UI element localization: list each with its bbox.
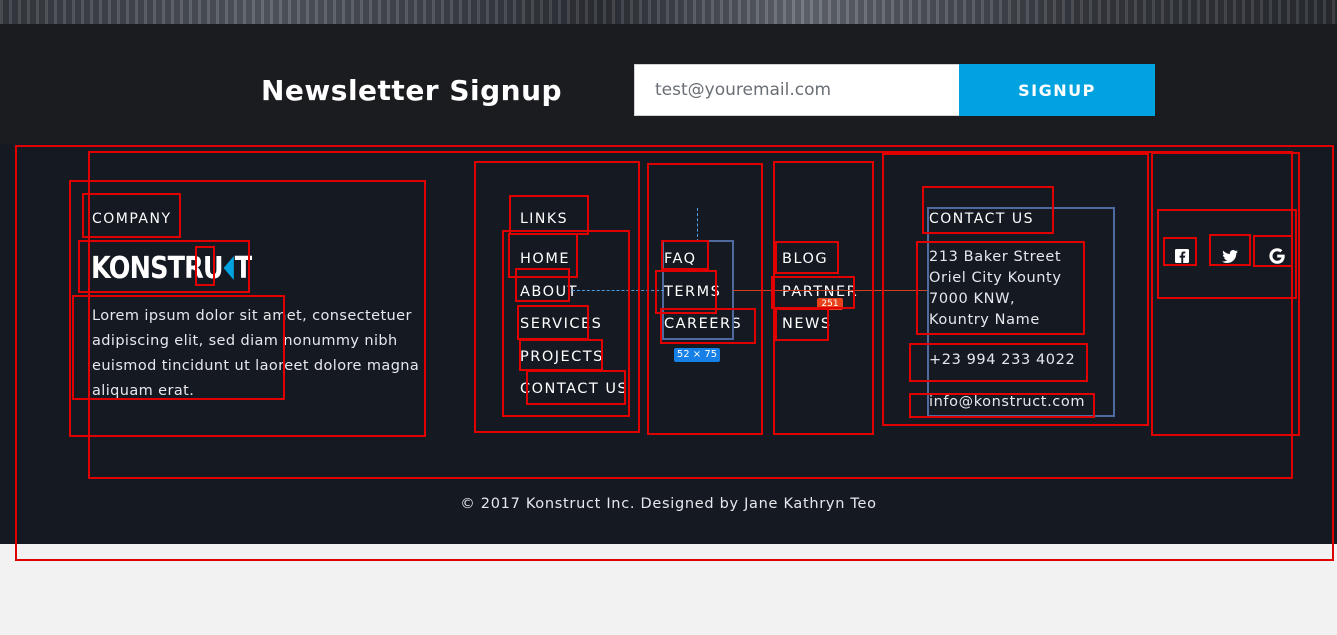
address-line: Kountry Name bbox=[929, 312, 1040, 328]
secondary-links-list: FAQ TERMS CAREERS bbox=[664, 242, 742, 340]
address-line: 7000 KNW, bbox=[929, 291, 1016, 307]
list-item: CAREERS bbox=[664, 307, 742, 340]
hero-image-strip bbox=[0, 0, 1337, 24]
link-contact-us[interactable]: CONTACT US bbox=[520, 381, 628, 397]
distance-badge: 251 bbox=[817, 298, 843, 310]
list-item: CONTACT US bbox=[520, 372, 628, 405]
link-home[interactable]: HOME bbox=[520, 251, 570, 267]
list-item: HOME bbox=[520, 242, 628, 275]
google-icon[interactable] bbox=[1268, 247, 1286, 265]
site-footer: COMPANY KONSTRU T Lorem ipsum dolor sit … bbox=[0, 144, 1337, 544]
size-badge: 52 × 75 bbox=[674, 348, 720, 362]
contact-heading: CONTACT US bbox=[929, 211, 1034, 227]
address-line: 213 Baker Street bbox=[929, 249, 1062, 265]
list-item: ABOUT bbox=[520, 275, 628, 308]
address-line: Oriel City Kounty bbox=[929, 270, 1062, 286]
link-services[interactable]: SERVICES bbox=[520, 316, 602, 332]
contact-phone[interactable]: +23 994 233 4022 bbox=[929, 352, 1075, 368]
list-item: TERMS bbox=[664, 275, 742, 308]
tertiary-links-list: BLOG PARTNER NEWS bbox=[782, 242, 858, 340]
twitter-icon[interactable] bbox=[1221, 247, 1239, 265]
signup-button[interactable]: SIGNUP bbox=[959, 64, 1155, 116]
list-item: PROJECTS bbox=[520, 340, 628, 373]
copyright-text: © 2017 Konstruct Inc. Designed by Jane K… bbox=[460, 496, 877, 512]
logo-text-right: T bbox=[234, 250, 252, 286]
link-blog[interactable]: BLOG bbox=[782, 251, 828, 267]
link-careers[interactable]: CAREERS bbox=[664, 316, 742, 332]
facebook-icon[interactable] bbox=[1173, 247, 1191, 265]
logo-triangle-icon bbox=[223, 256, 234, 280]
company-description: Lorem ipsum dolor sit amet, consectetuer… bbox=[92, 308, 420, 399]
konstruct-logo[interactable]: KONSTRU T bbox=[91, 250, 252, 286]
link-news[interactable]: NEWS bbox=[782, 316, 832, 332]
list-item: FAQ bbox=[664, 242, 742, 275]
link-projects[interactable]: PROJECTS bbox=[520, 349, 604, 365]
contact-address: 213 Baker Street Oriel City Kounty 7000 … bbox=[929, 247, 1062, 331]
link-about[interactable]: ABOUT bbox=[520, 284, 578, 300]
list-item: NEWS bbox=[782, 307, 858, 340]
company-heading: COMPANY bbox=[92, 211, 172, 227]
newsletter-section: Newsletter Signup SIGNUP bbox=[0, 24, 1337, 144]
link-terms[interactable]: TERMS bbox=[664, 284, 721, 300]
link-faq[interactable]: FAQ bbox=[664, 251, 697, 267]
newsletter-email-input[interactable] bbox=[634, 64, 960, 116]
list-item: BLOG bbox=[782, 242, 858, 275]
list-item: SERVICES bbox=[520, 307, 628, 340]
main-links-list: HOME ABOUT SERVICES PROJECTS CONTACT US bbox=[520, 242, 628, 405]
contact-email[interactable]: info@konstruct.com bbox=[929, 394, 1085, 410]
links-heading: LINKS bbox=[520, 211, 568, 227]
newsletter-title: Newsletter Signup bbox=[261, 74, 563, 107]
logo-text-left: KONSTRU bbox=[91, 250, 224, 286]
